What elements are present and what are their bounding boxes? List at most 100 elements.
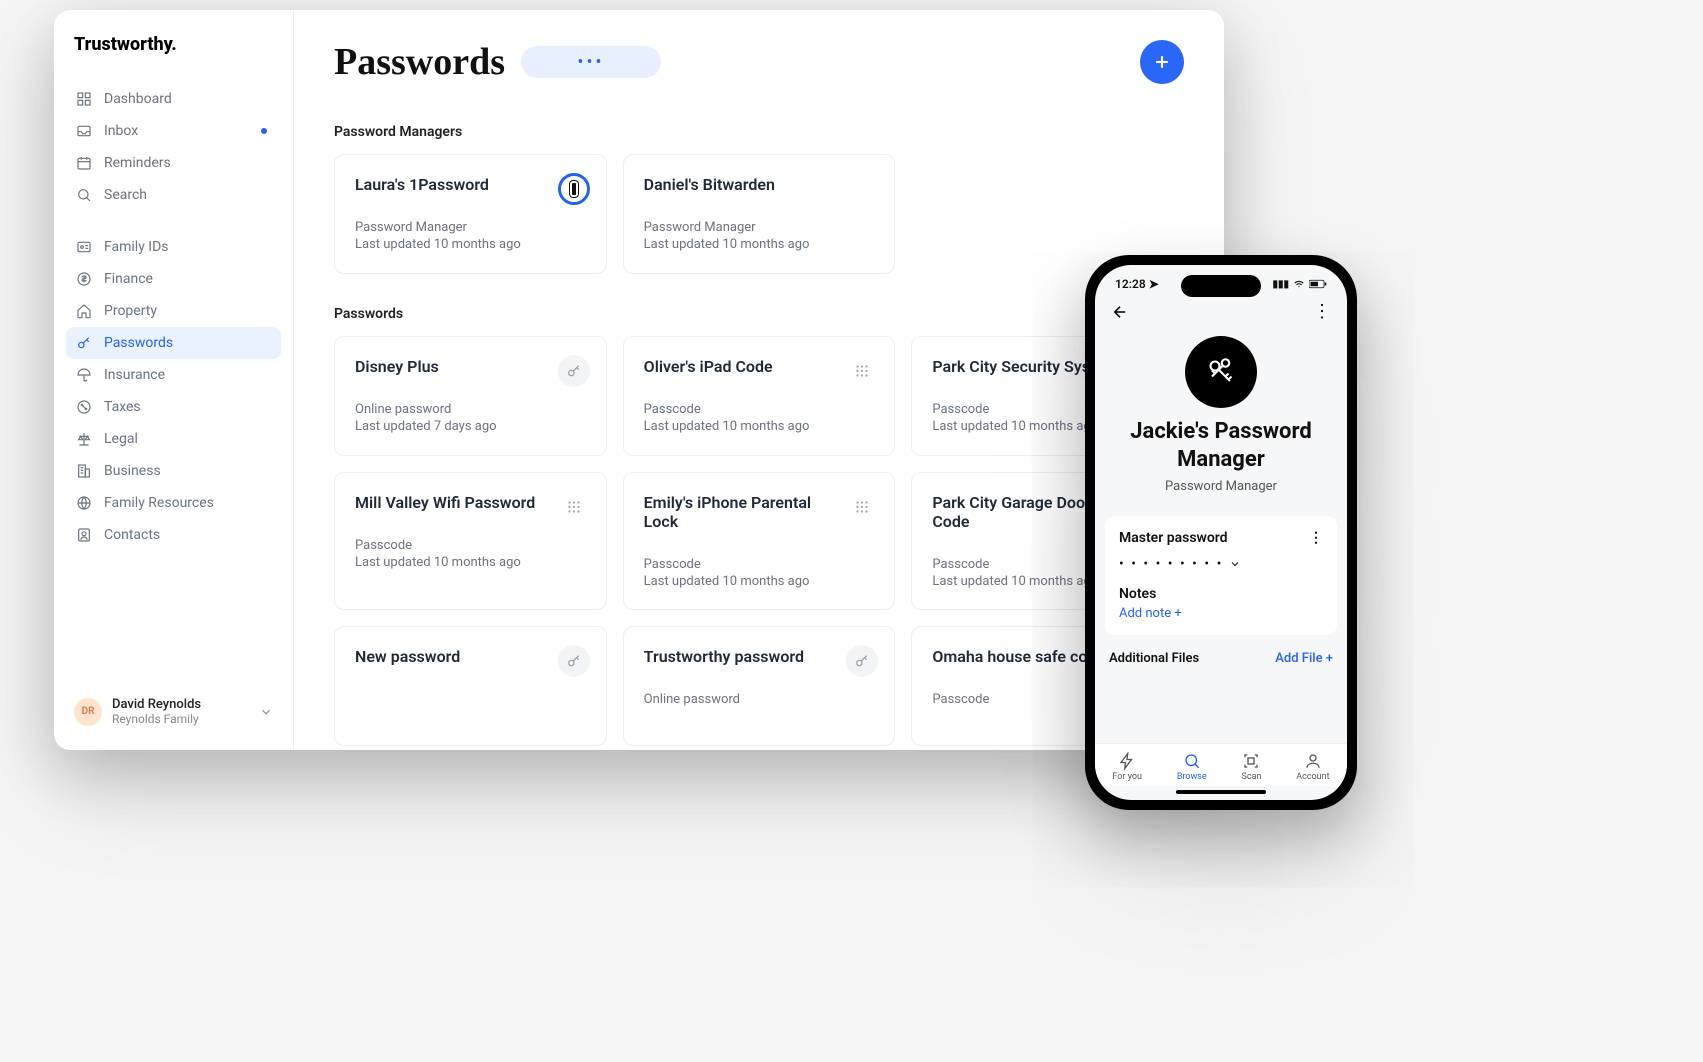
key-icon bbox=[846, 645, 878, 677]
tab-icon bbox=[1304, 752, 1322, 770]
additional-files-label: Additional Files bbox=[1109, 651, 1199, 666]
sidebar-item-family-ids[interactable]: Family IDs bbox=[66, 231, 281, 263]
home-icon bbox=[76, 303, 92, 319]
sidebar-item-finance[interactable]: Finance bbox=[66, 263, 281, 295]
card-title: Disney Plus bbox=[355, 357, 586, 376]
detail-subtitle: Password Manager bbox=[1165, 479, 1277, 494]
keys-icon bbox=[1185, 336, 1257, 408]
card-title: Trustworthy password bbox=[644, 647, 875, 666]
notes-label: Notes bbox=[1119, 586, 1323, 602]
tab-scan[interactable]: Scan bbox=[1242, 752, 1262, 782]
phone-screen: 12:28 ➤ ▮▮▮ ⋮ bbox=[1095, 265, 1347, 800]
sidebar-item-property[interactable]: Property bbox=[66, 295, 281, 327]
sidebar-item-insurance[interactable]: Insurance bbox=[66, 359, 281, 391]
ellipsis-icon: ••• bbox=[577, 52, 604, 73]
onepassword-icon bbox=[558, 173, 590, 205]
more-actions-pill[interactable]: ••• bbox=[521, 46, 661, 78]
sidebar-item-label: Legal bbox=[104, 431, 138, 447]
sidebar-item-label: Reminders bbox=[104, 155, 171, 171]
password-card[interactable]: Disney PlusOnline passwordLast updated 7… bbox=[334, 336, 607, 456]
card-updated: Last updated 10 months ago bbox=[644, 419, 875, 434]
home-indicator bbox=[1176, 790, 1266, 794]
password-card[interactable]: Oliver's iPad CodePasscodeLast updated 1… bbox=[623, 336, 896, 456]
password-card[interactable]: Trustworthy password Online password bbox=[623, 626, 896, 746]
additional-files-row: Additional Files Add File + bbox=[1095, 641, 1347, 666]
card-type: Passcode bbox=[644, 557, 875, 572]
legal-icon bbox=[76, 431, 92, 447]
dynamic-island bbox=[1181, 275, 1261, 297]
user-account-switcher[interactable]: DR David Reynolds Reynolds Family bbox=[66, 689, 281, 734]
sidebar-item-taxes[interactable]: Taxes bbox=[66, 391, 281, 423]
sidebar-item-passwords[interactable]: Passwords bbox=[66, 327, 281, 359]
card-updated: Last updated 10 months ago bbox=[644, 574, 875, 589]
sidebar-item-label: Inbox bbox=[104, 123, 138, 139]
location-icon: ➤ bbox=[1149, 277, 1159, 291]
tab-icon bbox=[1183, 752, 1201, 770]
calendar-icon bbox=[76, 155, 92, 171]
sidebar-item-contacts[interactable]: Contacts bbox=[66, 519, 281, 551]
sidebar-item-label: Taxes bbox=[104, 399, 141, 415]
sidebar-item-inbox[interactable]: Inbox bbox=[66, 115, 281, 147]
tab-label: Account bbox=[1296, 772, 1329, 782]
tab-for-you[interactable]: For you bbox=[1112, 752, 1142, 782]
add-button[interactable] bbox=[1140, 40, 1184, 84]
tab-icon bbox=[1242, 752, 1260, 770]
user-name: David Reynolds bbox=[112, 697, 249, 712]
taxes-icon bbox=[76, 399, 92, 415]
nav-secondary-group: Family IDsFinanceProperty Passwords Insura… bbox=[66, 231, 281, 551]
chevron-down-icon bbox=[259, 705, 273, 719]
add-note-link[interactable]: Add note + bbox=[1119, 606, 1323, 621]
card-updated: Last updated 10 months ago bbox=[355, 237, 586, 252]
password-card[interactable]: Mill Valley Wifi PasswordPasscodeLast up… bbox=[334, 472, 607, 610]
sidebar-item-label: Contacts bbox=[104, 527, 160, 543]
tab-browse[interactable]: Browse bbox=[1177, 752, 1207, 782]
password-card[interactable]: Emily's iPhone Parental LockPasscodeLast… bbox=[623, 472, 896, 610]
card-type: Online password bbox=[355, 402, 586, 417]
card-type: Online password bbox=[644, 692, 875, 707]
tab-bar: For you Browse Scan Account bbox=[1095, 743, 1347, 786]
resources-icon bbox=[76, 495, 92, 511]
brand-logo: Trustworthy. bbox=[66, 34, 281, 55]
master-password-card: Master password ⋮ • • • • • • • • • Note… bbox=[1105, 516, 1337, 635]
tab-label: Browse bbox=[1177, 772, 1207, 782]
card-type: Passcode bbox=[644, 402, 875, 417]
password-managers-grid: Laura's 1PasswordPassword ManagerLast up… bbox=[334, 154, 1184, 274]
sidebar-item-business[interactable]: Business bbox=[66, 455, 281, 487]
sidebar-item-dashboard[interactable]: Dashboard bbox=[66, 83, 281, 115]
card-title: Mill Valley Wifi Password bbox=[355, 493, 586, 512]
tab-label: Scan bbox=[1242, 772, 1262, 782]
back-button[interactable] bbox=[1111, 303, 1129, 321]
nav-primary-group: Dashboard Inbox Reminders Search bbox=[66, 83, 281, 211]
sidebar-item-label: Business bbox=[104, 463, 161, 479]
sidebar-item-label: Passwords bbox=[104, 335, 173, 351]
masked-password-row[interactable]: • • • • • • • • • bbox=[1119, 556, 1323, 572]
sidebar-item-reminders[interactable]: Reminders bbox=[66, 147, 281, 179]
sidebar-item-search[interactable]: Search bbox=[66, 179, 281, 211]
signal-icon: ▮▮▮ bbox=[1272, 279, 1289, 290]
avatar: DR bbox=[74, 698, 102, 726]
tab-account[interactable]: Account bbox=[1296, 752, 1329, 782]
password-card[interactable]: Daniel's BitwardenPassword ManagerLast u… bbox=[623, 154, 896, 274]
wifi-icon bbox=[1293, 279, 1305, 289]
sidebar-item-family-resources[interactable]: Family Resources bbox=[66, 487, 281, 519]
inbox-icon bbox=[76, 123, 92, 139]
sidebar-item-legal[interactable]: Legal bbox=[66, 423, 281, 455]
card-updated: Last updated 10 months ago bbox=[355, 555, 586, 570]
finance-icon bbox=[76, 271, 92, 287]
kebab-menu-icon[interactable]: ⋮ bbox=[1313, 301, 1331, 322]
master-password-label: Master password bbox=[1119, 530, 1228, 546]
id-icon bbox=[76, 239, 92, 255]
section-password-managers-label: Password Managers bbox=[334, 124, 1184, 140]
add-file-link[interactable]: Add File + bbox=[1275, 651, 1333, 666]
section-passwords-label: Passwords bbox=[334, 306, 1184, 322]
page-title: Passwords bbox=[334, 40, 505, 84]
sidebar-item-label: Insurance bbox=[104, 367, 165, 383]
page-header: Passwords ••• bbox=[334, 40, 1184, 84]
kebab-menu-icon[interactable]: ⋮ bbox=[1309, 530, 1323, 546]
umbrella-icon bbox=[76, 367, 92, 383]
password-card[interactable]: Laura's 1PasswordPassword ManagerLast up… bbox=[334, 154, 607, 274]
passwords-grid: Disney PlusOnline passwordLast updated 7… bbox=[334, 336, 1184, 746]
key-icon bbox=[558, 355, 590, 387]
password-card[interactable]: New password bbox=[334, 626, 607, 746]
dashboard-icon bbox=[76, 91, 92, 107]
